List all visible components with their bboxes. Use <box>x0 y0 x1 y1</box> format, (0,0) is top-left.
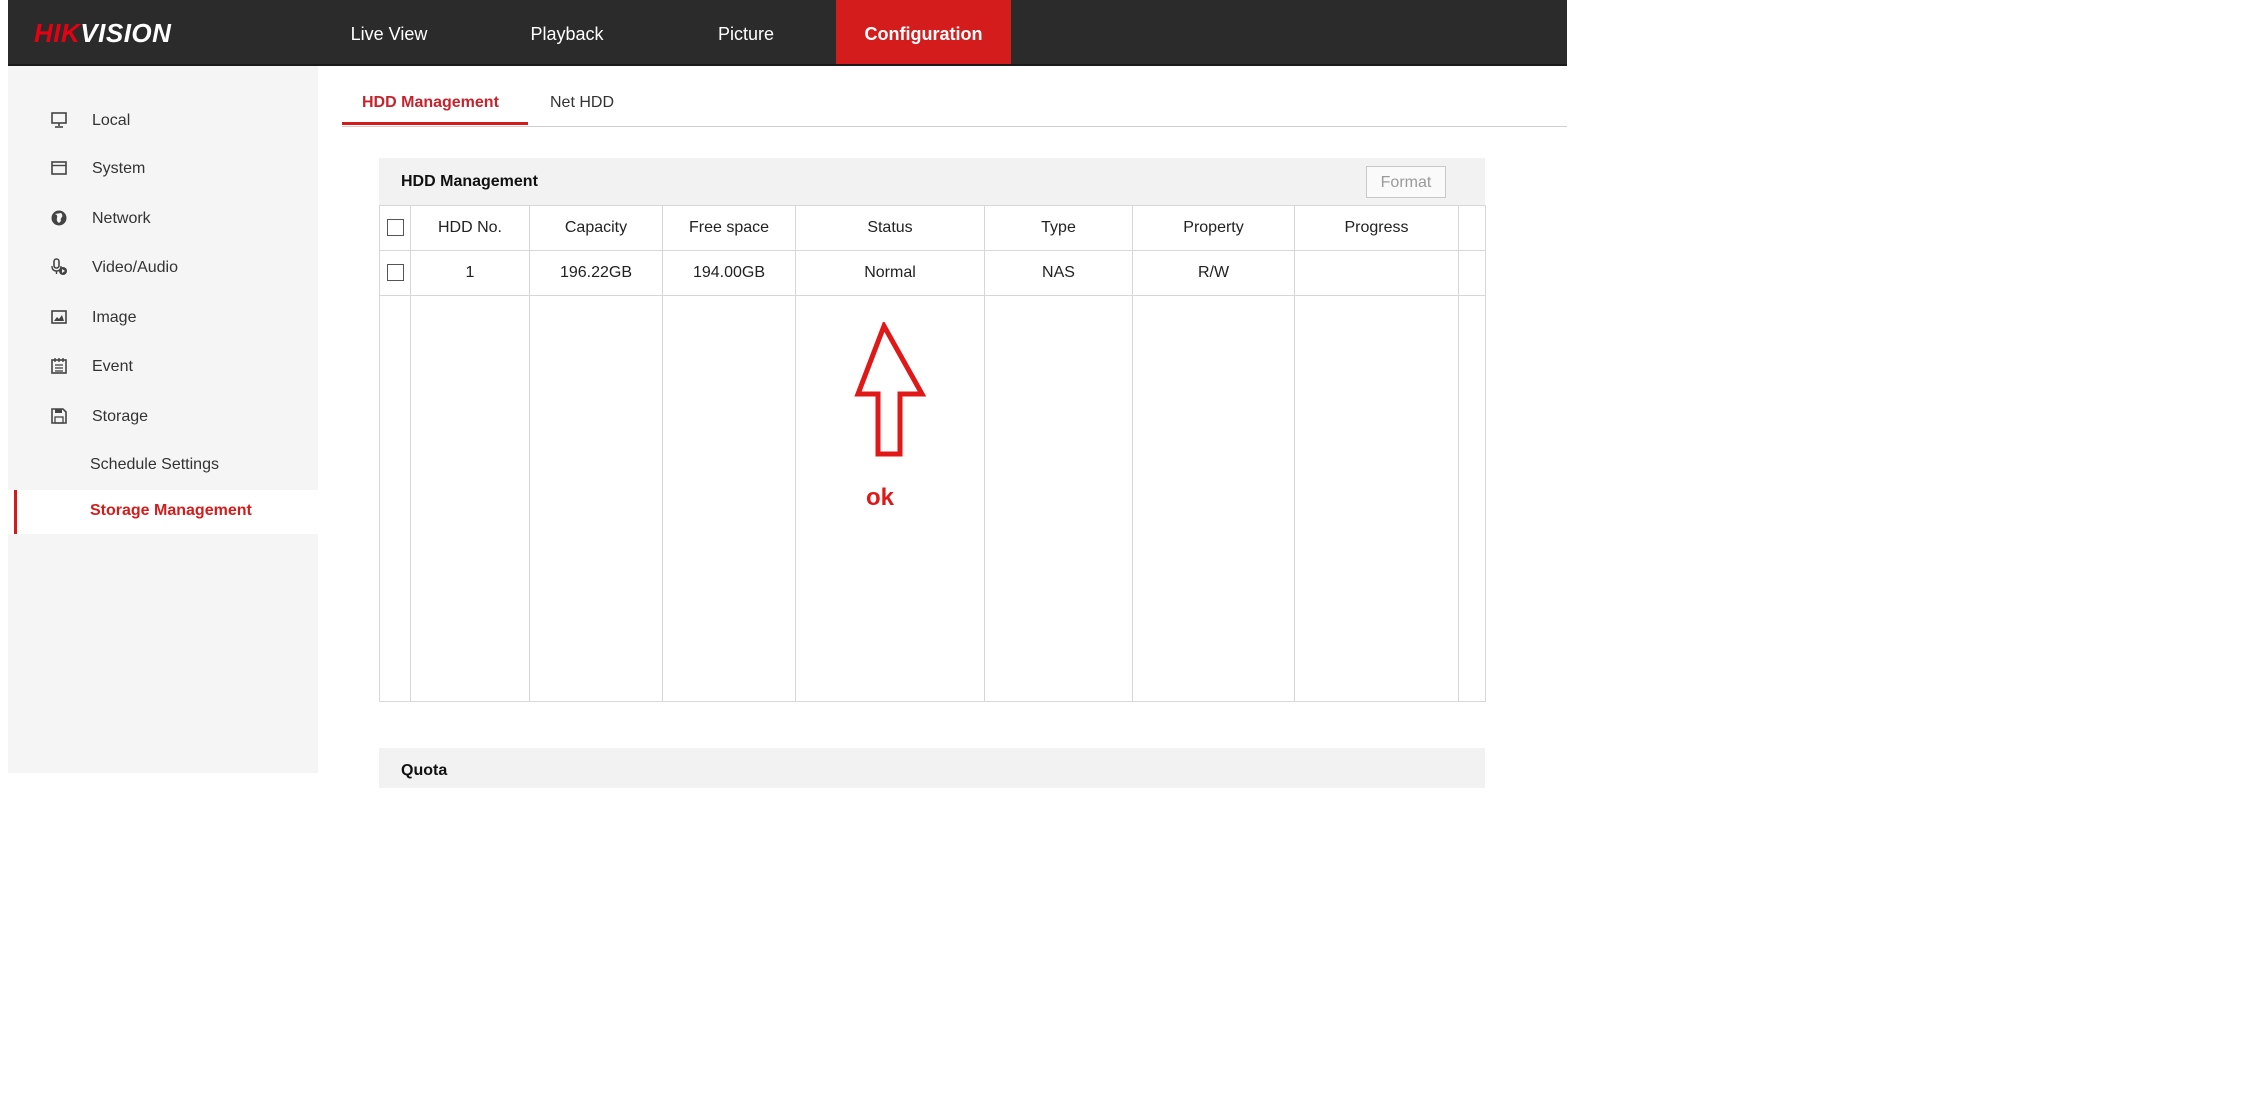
table-row[interactable]: 1 196.22GB 194.00GB Normal NAS R/W <box>379 250 1486 296</box>
sidebar-item-label: Image <box>92 309 137 326</box>
window-icon <box>51 161 67 175</box>
calendar-icon <box>51 358 67 374</box>
sidebar-item-label: Network <box>92 210 151 227</box>
free-space-cell: 194.00GB <box>662 250 796 296</box>
floppy-disk-icon <box>51 408 67 424</box>
sidebar-item-image[interactable]: Image <box>8 297 318 341</box>
tab-hdd-management[interactable]: HDD Management <box>362 94 499 112</box>
window-edge <box>0 0 8 773</box>
hdd-no-cell: 1 <box>410 250 530 296</box>
column-header: Property <box>1132 205 1295 251</box>
sidebar-item-network[interactable]: Network <box>8 198 318 242</box>
sidebar-subitem-label: Storage Management <box>90 502 252 519</box>
top-navigation-bar: HIKVISION Live View Playback Picture Con… <box>0 0 1567 66</box>
quota-panel-header: Quota <box>379 748 1485 788</box>
row-checkbox[interactable] <box>386 264 404 282</box>
panel-title: HDD Management <box>401 173 538 190</box>
row-select-cell <box>379 250 411 296</box>
sidebar-item-event[interactable]: Event <box>8 346 318 390</box>
sidebar-item-label: Local <box>92 112 131 129</box>
progress-cell <box>1294 250 1459 296</box>
hdd-table: HDD No. Capacity Free space Status Type … <box>379 205 1486 702</box>
active-indicator <box>14 490 17 534</box>
quota-title: Quota <box>401 762 448 779</box>
column-header: Type <box>984 205 1133 251</box>
sidebar-item-label: Storage <box>92 408 149 425</box>
image-icon <box>51 310 67 324</box>
sidebar-item-system[interactable]: System <box>8 148 318 192</box>
globe-icon <box>51 210 67 226</box>
sidebar-item-label: Video/Audio <box>92 259 178 276</box>
tab-bar: HDD Management Net HDD <box>342 84 1567 127</box>
column-header: Free space <box>662 205 796 251</box>
sidebar: Local System Network Video/Audio Image E… <box>8 66 318 773</box>
monitor-icon <box>51 112 67 128</box>
nav-picture[interactable]: Picture <box>684 0 808 66</box>
select-all-checkbox[interactable] <box>386 219 404 237</box>
app-window: HIKVISION Live View Playback Picture Con… <box>0 0 1567 788</box>
tab-net-hdd[interactable]: Net HDD <box>550 94 614 112</box>
hdd-management-panel: HDD Management Format HDD No. Capacity F… <box>379 158 1486 702</box>
sidebar-subitem-storage-management[interactable]: Storage Management <box>8 490 318 534</box>
column-header: Capacity <box>529 205 663 251</box>
sidebar-item-storage[interactable]: Storage <box>8 396 318 440</box>
status-cell: Normal <box>795 250 985 296</box>
hikvision-logo: HIKVISION <box>34 18 172 48</box>
nav-live-view[interactable]: Live View <box>327 0 451 66</box>
annotation-text: ok <box>866 484 895 511</box>
table-header-row: HDD No. Capacity Free space Status Type … <box>379 205 1486 251</box>
sidebar-subitem-label: Schedule Settings <box>90 456 219 473</box>
sidebar-item-label: Event <box>92 358 133 375</box>
column-header: Status <box>795 205 985 251</box>
sidebar-item-local[interactable]: Local <box>8 100 318 144</box>
format-button[interactable]: Format <box>1366 166 1446 198</box>
nav-configuration[interactable]: Configuration <box>836 0 1011 66</box>
sidebar-subitem-schedule-settings[interactable]: Schedule Settings <box>8 444 318 488</box>
capacity-cell: 196.22GB <box>529 250 663 296</box>
scroll-cell <box>1458 250 1486 296</box>
type-cell: NAS <box>984 250 1133 296</box>
active-tab-underline <box>342 122 528 125</box>
select-all-cell <box>379 205 411 251</box>
panel-header: HDD Management Format <box>379 158 1485 206</box>
property-cell: R/W <box>1132 250 1295 296</box>
sidebar-item-video-audio[interactable]: Video/Audio <box>8 247 318 291</box>
scroll-column-header <box>1458 205 1486 251</box>
sidebar-item-label: System <box>92 160 146 177</box>
up-arrow-annotation-icon <box>854 322 927 457</box>
microphone-icon <box>51 258 67 275</box>
column-header: Progress <box>1294 205 1459 251</box>
column-header: HDD No. <box>410 205 530 251</box>
empty-table-area <box>379 295 1486 702</box>
nav-playback[interactable]: Playback <box>505 0 629 66</box>
